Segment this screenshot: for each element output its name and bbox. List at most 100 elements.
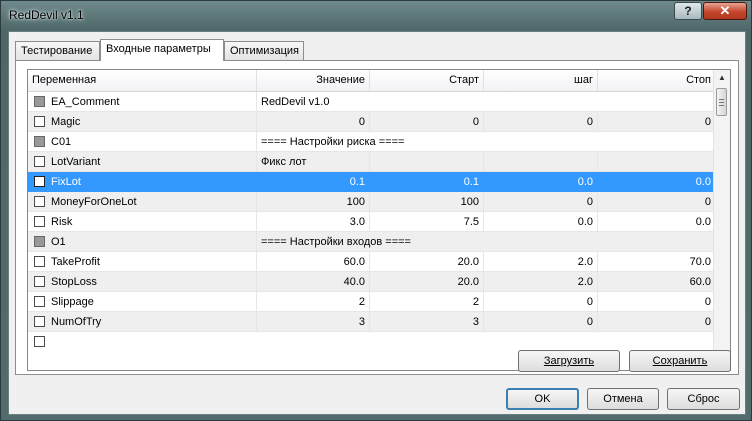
optimize-checkbox[interactable] (34, 316, 45, 327)
table-row[interactable]: EA_Comment RedDevil v1.0 (28, 92, 716, 112)
param-step-cell[interactable]: 0 (484, 312, 598, 332)
param-step-cell[interactable]: 0 (484, 192, 598, 212)
optimize-checkbox[interactable] (34, 196, 45, 207)
param-name-cell[interactable]: MoneyForOneLot (28, 192, 257, 212)
param-start-cell[interactable]: 0 (370, 112, 484, 132)
param-stop-cell[interactable]: 0 (598, 192, 716, 212)
optimize-checkbox[interactable] (34, 116, 45, 127)
param-step-cell[interactable]: 2.0 (484, 252, 598, 272)
save-button[interactable]: Сохранить (629, 350, 731, 372)
ok-button[interactable]: OK (506, 388, 579, 410)
param-step-cell[interactable]: 0 (484, 112, 598, 132)
param-stop-cell[interactable]: 0 (598, 112, 716, 132)
param-value-cell[interactable]: ==== Настройки входов ==== (257, 232, 716, 252)
column-header-variable[interactable]: Переменная (28, 70, 257, 91)
param-value-cell[interactable]: ==== Настройки риска ==== (257, 132, 716, 152)
param-value-cell[interactable]: 100 (257, 192, 370, 212)
title-bar[interactable]: RedDevil v1.1 ? ✕ (1, 1, 751, 31)
thumb-grip (719, 99, 724, 100)
optimize-checkbox[interactable] (34, 176, 45, 187)
table-row[interactable]: LotVariant Фикс лот (28, 152, 716, 172)
param-value-cell[interactable]: RedDevil v1.0 (257, 92, 716, 112)
param-name-cell[interactable]: NumOfTry (28, 312, 257, 332)
param-name-cell[interactable]: FixLot (28, 172, 257, 192)
column-header-step[interactable]: шаг (484, 70, 598, 91)
tab-testing[interactable]: Тестирование (15, 41, 100, 60)
param-value-cell[interactable]: 3.0 (257, 212, 370, 232)
param-name-cell[interactable]: EA_Comment (28, 92, 257, 112)
param-start-cell[interactable]: 3 (370, 312, 484, 332)
param-value-cell[interactable]: 0.1 (257, 172, 370, 192)
param-stop-cell[interactable]: 0.0 (598, 172, 716, 192)
table-row[interactable]: Risk 3.0 7.5 0.0 0.0 (28, 212, 716, 232)
param-stop-cell[interactable]: 60.0 (598, 272, 716, 292)
param-stop-cell[interactable]: 0 (598, 312, 716, 332)
scroll-thumb[interactable] (716, 88, 727, 116)
param-start-cell[interactable]: 2 (370, 292, 484, 312)
table-row[interactable]: C01 ==== Настройки риска ==== (28, 132, 716, 152)
param-name-cell[interactable]: Risk (28, 212, 257, 232)
optimize-checkbox[interactable] (34, 296, 45, 307)
param-stop-cell[interactable] (598, 152, 716, 172)
param-value-cell[interactable]: 3 (257, 312, 370, 332)
param-stop-cell[interactable]: 70.0 (598, 252, 716, 272)
param-start-cell[interactable] (370, 152, 484, 172)
table-row-partial[interactable] (28, 332, 716, 352)
table-row[interactable]: Slippage 2 2 0 0 (28, 292, 716, 312)
load-button[interactable]: Загрузить (518, 350, 620, 372)
grid-body: EA_Comment RedDevil v1.0 Magic 0 0 0 0 C01 ==== … (28, 92, 716, 370)
param-stop-cell[interactable]: 0 (598, 292, 716, 312)
tab-input-parameters[interactable]: Входные параметры (100, 39, 224, 61)
column-header-stop[interactable]: Стоп (598, 70, 716, 91)
table-row[interactable]: O1 ==== Настройки входов ==== (28, 232, 716, 252)
table-row[interactable]: MoneyForOneLot 100 100 0 0 (28, 192, 716, 212)
table-row[interactable]: Magic 0 0 0 0 (28, 112, 716, 132)
param-name-cell[interactable]: Magic (28, 112, 257, 132)
param-value-cell[interactable]: 2 (257, 292, 370, 312)
help-button[interactable]: ? (674, 2, 702, 20)
param-start-cell[interactable]: 100 (370, 192, 484, 212)
param-step-cell[interactable]: 0 (484, 292, 598, 312)
optimize-checkbox[interactable] (34, 216, 45, 227)
param-start-cell[interactable]: 7.5 (370, 212, 484, 232)
param-start-cell[interactable]: 0.1 (370, 172, 484, 192)
param-name: C01 (51, 136, 72, 148)
param-stop-cell[interactable]: 0.0 (598, 212, 716, 232)
reset-button[interactable]: Сброс (667, 388, 740, 410)
param-start-cell[interactable]: 20.0 (370, 272, 484, 292)
column-header-value[interactable]: Значение (257, 70, 370, 91)
param-value-cell[interactable]: 40.0 (257, 272, 370, 292)
param-name: FixLot (51, 176, 81, 188)
table-row[interactable]: NumOfTry 3 3 0 0 (28, 312, 716, 332)
param-name-cell[interactable]: LotVariant (28, 152, 257, 172)
param-name-cell[interactable]: StopLoss (28, 272, 257, 292)
param-name: LotVariant (51, 156, 101, 168)
optimize-checkbox[interactable] (34, 276, 45, 287)
scroll-up-arrow-icon[interactable]: ▲ (714, 70, 730, 86)
table-row[interactable]: TakeProfit 60.0 20.0 2.0 70.0 (28, 252, 716, 272)
table-row[interactable]: StopLoss 40.0 20.0 2.0 60.0 (28, 272, 716, 292)
optimize-checkbox[interactable] (34, 156, 45, 167)
optimize-checkbox[interactable] (34, 256, 45, 267)
param-step-cell[interactable] (484, 152, 598, 172)
param-value-cell[interactable]: Фикс лот (257, 152, 370, 172)
column-header-start[interactable]: Старт (370, 70, 484, 91)
param-value-cell[interactable]: 0 (257, 112, 370, 132)
param-name: MoneyForOneLot (51, 196, 137, 208)
param-step-cell[interactable]: 2.0 (484, 272, 598, 292)
param-name-cell[interactable]: Slippage (28, 292, 257, 312)
param-value-cell[interactable]: 60.0 (257, 252, 370, 272)
param-name-cell[interactable]: TakeProfit (28, 252, 257, 272)
param-start-cell[interactable]: 20.0 (370, 252, 484, 272)
vertical-scrollbar[interactable]: ▲ ▼ (713, 70, 730, 370)
param-step-cell[interactable]: 0.0 (484, 172, 598, 192)
close-button[interactable]: ✕ (703, 2, 747, 20)
param-name-cell[interactable]: O1 (28, 232, 257, 252)
param-step-cell[interactable]: 0.0 (484, 212, 598, 232)
tab-optimization[interactable]: Оптимизация (224, 41, 304, 60)
table-row[interactable]: FixLot 0.1 0.1 0.0 0.0 (28, 172, 716, 192)
optimize-checkbox[interactable] (34, 336, 45, 347)
cancel-button[interactable]: Отмена (587, 388, 659, 410)
param-name: Slippage (51, 296, 94, 308)
param-name-cell[interactable]: C01 (28, 132, 257, 152)
